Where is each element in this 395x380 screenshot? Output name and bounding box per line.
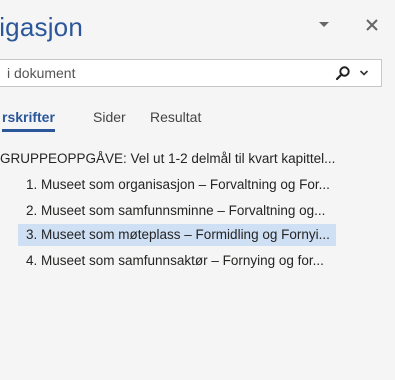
- navigation-pane: vigasjon rskrifter Sider Res: [0, 0, 395, 380]
- pane-header: vigasjon: [0, 6, 395, 50]
- search-options-button[interactable]: [356, 65, 372, 81]
- heading-item[interactable]: 4. Museet som samfunnsaktør – Fornying o…: [26, 250, 324, 272]
- heading-item[interactable]: 1. Museet som organisasjon – Forvaltning…: [26, 174, 330, 196]
- heading-item-selected[interactable]: 3. Museet som møteplass – Formidling og …: [18, 224, 336, 246]
- tab-pages[interactable]: Sider: [93, 109, 126, 129]
- search-input[interactable]: [0, 60, 319, 86]
- nav-tabs: rskrifter Sider Resultat: [0, 109, 395, 133]
- caret-down-icon: [319, 22, 329, 27]
- tab-headings[interactable]: rskrifter: [2, 109, 55, 132]
- heading-item[interactable]: 2. Museet som samfunnsminne – Forvaltnin…: [26, 200, 325, 222]
- close-icon: [366, 19, 378, 31]
- pane-options-button[interactable]: [313, 14, 335, 36]
- search-button[interactable]: [334, 64, 352, 82]
- close-button[interactable]: [361, 14, 383, 36]
- tab-results[interactable]: Resultat: [150, 109, 201, 129]
- search-icon: [335, 66, 350, 81]
- chevron-down-icon: [359, 70, 369, 76]
- heading-item[interactable]: GRUPPEOPPGÅVE: Vel ut 1-2 delmål til kva…: [0, 148, 335, 170]
- pane-title: vigasjon: [0, 12, 83, 42]
- search-box: [0, 59, 382, 87]
